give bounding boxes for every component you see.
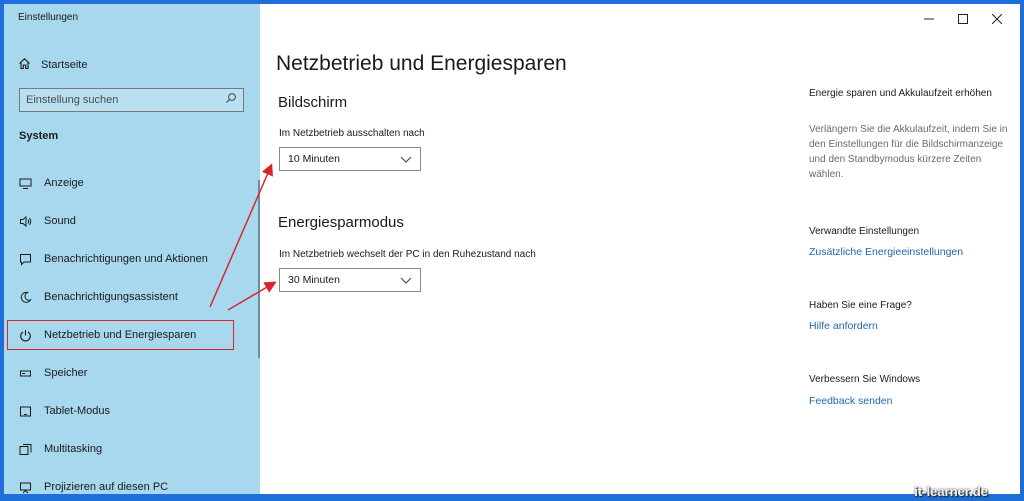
window-title: Einstellungen bbox=[18, 12, 79, 23]
close-icon bbox=[992, 14, 1002, 24]
page-title: Netzbetrieb und Energiesparen bbox=[276, 52, 567, 75]
window-controls bbox=[912, 8, 1014, 30]
energy-settings-link[interactable]: Zusätzliche Energieeinstellungen bbox=[809, 246, 963, 258]
storage-icon bbox=[18, 366, 32, 380]
section-title: System bbox=[19, 130, 59, 142]
home-link[interactable]: Startseite bbox=[18, 56, 87, 74]
sidebar-item-label: Anzeige bbox=[44, 177, 84, 189]
power-icon bbox=[18, 328, 32, 342]
monitor-icon bbox=[18, 176, 32, 190]
section-heading-bildschirm: Bildschirm bbox=[278, 94, 348, 111]
sidebar-item-label: Speicher bbox=[44, 367, 88, 379]
battery-description: Verlängern Sie die Akkulaufzeit, indem S… bbox=[809, 124, 1008, 180]
battery-heading: Energie sparen und Akkulaufzeit erhöhen bbox=[809, 88, 992, 99]
home-icon bbox=[18, 57, 31, 73]
help-link[interactable]: Hilfe anfordern bbox=[809, 320, 878, 332]
minimize-icon bbox=[924, 18, 934, 20]
sidebar-scrollbar[interactable] bbox=[258, 180, 260, 358]
sidebar-item-label: Sound bbox=[44, 215, 76, 227]
settings-window: Einstellungen Startseite System Anzeige bbox=[4, 4, 1020, 494]
moon-icon bbox=[18, 290, 32, 304]
search-input[interactable] bbox=[26, 94, 216, 106]
question-heading: Haben Sie eine Frage? bbox=[809, 300, 912, 311]
sidebar: Einstellungen Startseite System Anzeige bbox=[4, 4, 260, 494]
notification-icon bbox=[18, 252, 32, 266]
sidebar-item-label: Benachrichtigungsassistent bbox=[44, 291, 178, 303]
sidebar-item-label: Tablet-Modus bbox=[44, 405, 111, 417]
section-heading-energiesparmodus: Energiesparmodus bbox=[278, 214, 404, 231]
project-icon bbox=[18, 480, 32, 494]
sleep-timeout-label: Im Netzbetrieb wechselt der PC in den Ru… bbox=[279, 249, 536, 260]
sidebar-item-netzbetrieb[interactable]: Netzbetrieb und Energiesparen bbox=[7, 320, 234, 350]
sidebar-item-benachrichtigungen[interactable]: Benachrichtigungen und Aktionen bbox=[8, 245, 230, 273]
sidebar-item-multitasking[interactable]: Multitasking bbox=[8, 435, 230, 463]
sidebar-item-speicher[interactable]: Speicher bbox=[8, 359, 230, 387]
sleep-timeout-dropdown[interactable]: 30 Minuten bbox=[279, 268, 421, 292]
screen-timeout-dropdown[interactable]: 10 Minuten bbox=[279, 147, 421, 171]
chevron-down-icon bbox=[400, 156, 412, 163]
multitasking-icon bbox=[18, 442, 32, 456]
home-label: Startseite bbox=[41, 59, 88, 71]
close-button[interactable] bbox=[980, 8, 1014, 30]
related-settings-heading: Verwandte Einstellungen bbox=[809, 226, 920, 237]
sidebar-item-tablet-modus[interactable]: Tablet-Modus bbox=[8, 397, 230, 425]
sleep-timeout-value: 30 Minuten bbox=[288, 274, 340, 286]
sidebar-item-label: Benachrichtigungen und Aktionen bbox=[44, 253, 208, 265]
maximize-icon bbox=[958, 14, 968, 24]
minimize-button[interactable] bbox=[912, 8, 946, 30]
sidebar-item-label: Multitasking bbox=[44, 443, 103, 455]
speaker-icon bbox=[18, 214, 32, 228]
improve-heading: Verbessern Sie Windows bbox=[809, 374, 921, 385]
screen-timeout-label: Im Netzbetrieb ausschalten nach bbox=[279, 128, 425, 139]
sidebar-item-sound[interactable]: Sound bbox=[8, 207, 230, 235]
search-field[interactable] bbox=[19, 88, 244, 112]
sidebar-item-projizieren[interactable]: Projizieren auf diesen PC bbox=[8, 473, 230, 494]
feedback-link[interactable]: Feedback senden bbox=[809, 395, 892, 407]
maximize-button[interactable] bbox=[946, 8, 980, 30]
search-icon[interactable] bbox=[225, 91, 237, 109]
tablet-icon bbox=[18, 404, 32, 418]
sidebar-item-benachrichtigungsassistent[interactable]: Benachrichtigungsassistent bbox=[8, 283, 230, 311]
sidebar-item-label: Projizieren auf diesen PC bbox=[44, 481, 169, 493]
screen-timeout-value: 10 Minuten bbox=[288, 153, 340, 165]
watermark: it-learner.de bbox=[914, 484, 988, 499]
chevron-down-icon bbox=[400, 277, 412, 284]
sidebar-item-anzeige[interactable]: Anzeige bbox=[8, 169, 230, 197]
sidebar-item-label: Netzbetrieb und Energiesparen bbox=[44, 329, 197, 341]
